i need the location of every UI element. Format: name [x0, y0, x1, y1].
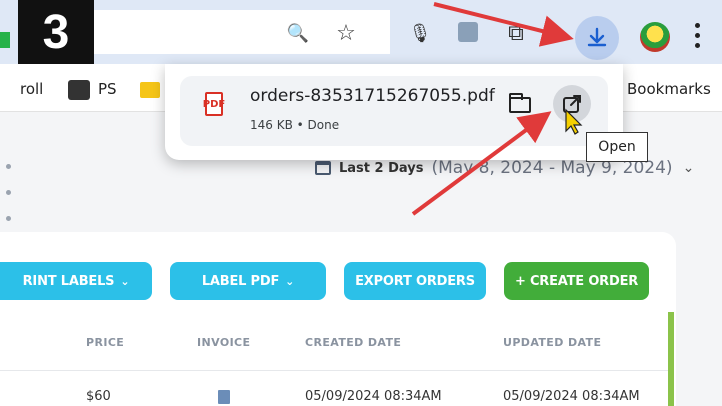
- open-tooltip: Open: [586, 132, 648, 162]
- bookmark-item[interactable]: PS: [98, 80, 117, 98]
- orders-card: [0, 232, 676, 406]
- chevron-down-icon: ⌄: [682, 160, 695, 176]
- pdf-file-icon: PDF: [203, 92, 225, 116]
- invoice-file-icon[interactable]: [218, 390, 230, 404]
- created-date-cell: 05/09/2024 08:34AM: [305, 389, 442, 404]
- extension-icon[interactable]: [458, 22, 478, 42]
- create-order-button[interactable]: + CREATE ORDER: [504, 262, 649, 300]
- bookmark-star-icon[interactable]: ☆: [334, 22, 358, 46]
- chevron-down-icon: ⌄: [285, 274, 295, 288]
- step-number-badge: 3: [18, 0, 94, 64]
- menu-icon[interactable]: [690, 20, 704, 50]
- bookmark-ps-icon: [68, 80, 90, 100]
- price-cell: $60: [86, 389, 111, 404]
- download-filename[interactable]: orders-83531715267055.pdf: [250, 86, 495, 106]
- download-icon: [587, 27, 607, 47]
- calendar-icon: [315, 161, 331, 175]
- date-range-label: Last 2 Days: [339, 160, 424, 176]
- open-external-icon: [563, 95, 581, 113]
- download-status: 146 KB • Done: [250, 118, 340, 132]
- updated-date-cell: 05/09/2024 08:34AM: [503, 389, 640, 404]
- tab-edge: [0, 32, 10, 48]
- show-in-folder-icon[interactable]: [509, 93, 531, 113]
- column-header-price[interactable]: PRICE: [86, 336, 124, 349]
- column-header-invoice[interactable]: INVOICE: [197, 336, 250, 349]
- column-header-created[interactable]: CREATED DATE: [305, 336, 401, 349]
- profile-avatar[interactable]: [640, 22, 670, 52]
- search-icon[interactable]: 🔍: [286, 22, 310, 46]
- export-orders-button[interactable]: EXPORT ORDERS: [344, 262, 486, 300]
- microphone-icon[interactable]: 🎙: [408, 22, 432, 46]
- chevron-down-icon: ⌄: [120, 274, 130, 288]
- open-file-button[interactable]: [553, 85, 591, 123]
- print-labels-button[interactable]: RINT LABELS ⌄: [0, 262, 152, 300]
- puzzle-icon[interactable]: ⧉: [504, 22, 528, 46]
- print-labels-label: RINT LABELS: [22, 273, 115, 289]
- downloads-button[interactable]: [575, 16, 619, 60]
- bookmark-item[interactable]: roll: [20, 80, 43, 98]
- column-header-updated[interactable]: UPDATED DATE: [503, 336, 601, 349]
- scroll-accent-bar: [668, 312, 674, 406]
- bookmark-folder-icon[interactable]: [140, 82, 160, 98]
- label-pdf-button[interactable]: LABEL PDF ⌄: [170, 262, 326, 300]
- label-pdf-label: LABEL PDF: [201, 273, 280, 289]
- bookmarks-folder[interactable]: Bookmarks: [627, 80, 711, 98]
- table-divider: [0, 370, 668, 371]
